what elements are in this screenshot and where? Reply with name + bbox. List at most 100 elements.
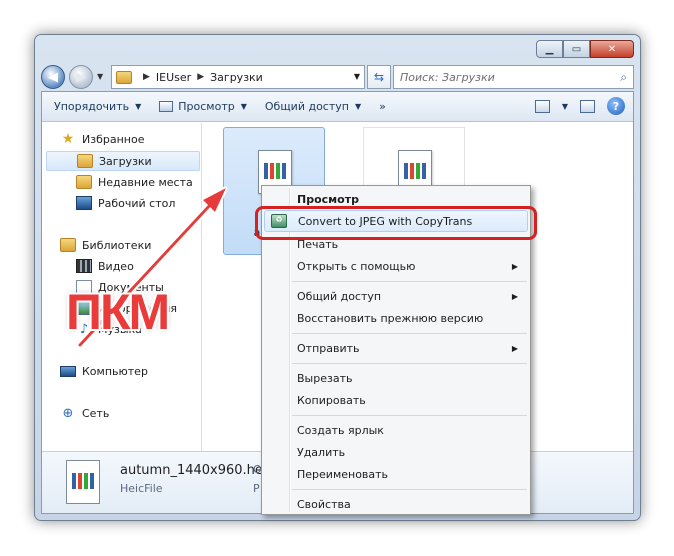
- search-icon[interactable]: ⌕: [620, 70, 627, 85]
- menu-item-label: Вырезать: [297, 371, 353, 385]
- menu-separator: [292, 333, 527, 334]
- menu-item-share[interactable]: Общий доступ ▶: [264, 285, 528, 307]
- submenu-arrow-icon: ▶: [511, 343, 518, 353]
- star-icon: ★: [61, 131, 75, 147]
- chevron-down-icon: ▼: [240, 102, 247, 111]
- details-extra-2: P: [253, 482, 260, 495]
- menu-item-label: Отправить: [297, 341, 360, 355]
- chevron-down-icon: ▼: [354, 102, 362, 111]
- menu-item-delete[interactable]: Удалить: [264, 441, 528, 463]
- menu-item-copy[interactable]: Копировать: [264, 389, 528, 411]
- command-bar: Упорядочить ▼ Просмотр ▼ Общий доступ ▼ …: [42, 92, 633, 122]
- annotation-label: ПКМ: [66, 284, 170, 340]
- menu-item-cut[interactable]: Вырезать: [264, 367, 528, 389]
- submenu-arrow-icon: ▶: [511, 291, 518, 301]
- menu-item-label: Копировать: [297, 393, 366, 407]
- sidebar-item-favorites[interactable]: ★ Избранное: [60, 129, 145, 149]
- details-file-type: HeicFile: [120, 482, 163, 495]
- forward-arrow-icon: ▶: [76, 69, 86, 85]
- sidebar-item-recent[interactable]: Недавние места: [76, 172, 193, 192]
- sidebar-item-downloads[interactable]: Загрузки: [46, 151, 200, 171]
- refresh-icon: ⇆: [373, 70, 385, 84]
- menu-item-label: Открыть с помощью: [297, 259, 416, 273]
- sidebar-item-label: Избранное: [82, 132, 145, 146]
- navigation-row: ◀ ▶ ▼ ▶ IEUser ▶ Загрузки ▼ ⇆ Поиск: Заг…: [41, 65, 634, 89]
- minimize-button[interactable]: ▁: [536, 40, 563, 58]
- address-dropdown-icon[interactable]: ▼: [354, 72, 360, 81]
- sidebar-item-label: Компьютер: [82, 364, 148, 378]
- preview-icon: [159, 101, 174, 112]
- folder-icon: [116, 70, 132, 84]
- menu-item-properties[interactable]: Свойства: [264, 493, 528, 515]
- more-label: »: [379, 100, 386, 113]
- breadcrumb-user[interactable]: IEUser: [156, 71, 191, 84]
- sidebar-item-label: Недавние места: [98, 175, 193, 189]
- chevron-down-icon[interactable]: ▼: [562, 102, 568, 111]
- sidebar-item-label: Видео: [98, 259, 134, 273]
- desktop-icon: [76, 196, 92, 210]
- organize-button[interactable]: Упорядочить ▼: [54, 100, 141, 113]
- refresh-button[interactable]: ⇆: [367, 65, 391, 89]
- search-placeholder: Поиск: Загрузки: [400, 70, 495, 84]
- view-button[interactable]: Просмотр ▼: [159, 100, 247, 113]
- help-icon[interactable]: ?: [607, 97, 625, 115]
- change-view-icon[interactable]: [534, 99, 550, 113]
- history-dropdown-icon[interactable]: ▼: [97, 72, 103, 81]
- view-label: Просмотр: [178, 100, 235, 113]
- menu-item-label: Свойства: [297, 497, 351, 511]
- sidebar-item-libraries[interactable]: Библиотеки: [60, 235, 151, 255]
- menu-item-label: Удалить: [297, 445, 346, 459]
- sidebar-item-computer[interactable]: Компьютер: [60, 361, 148, 381]
- menu-item-rename[interactable]: Переименовать: [264, 463, 528, 485]
- share-label: Общий доступ: [264, 100, 349, 113]
- menu-item-send-to[interactable]: Отправить ▶: [264, 337, 528, 359]
- organize-label: Упорядочить: [54, 100, 130, 113]
- view-controls: ▼ ?: [523, 97, 625, 115]
- back-button[interactable]: ◀: [41, 65, 65, 89]
- menu-item-create-shortcut[interactable]: Создать ярлык: [264, 419, 528, 441]
- search-input[interactable]: Поиск: Загрузки ⌕: [393, 65, 634, 89]
- more-commands-button[interactable]: »: [379, 100, 386, 113]
- sidebar-item-video[interactable]: Видео: [76, 256, 134, 276]
- caption-buttons: ▁ ▭ ✕: [536, 40, 634, 58]
- sidebar-item-label: Библиотеки: [82, 238, 152, 252]
- sidebar-item-label: Рабочий стол: [98, 196, 176, 210]
- menu-item-label: Создать ярлык: [297, 423, 384, 437]
- chevron-right-icon[interactable]: ▶: [143, 72, 150, 82]
- back-arrow-icon: ◀: [48, 69, 58, 85]
- sidebar-item-label: Сеть: [82, 406, 110, 420]
- menu-item-label: Общий доступ: [297, 289, 382, 303]
- sidebar-item-network[interactable]: ⊕ Сеть: [60, 403, 110, 423]
- downloads-folder-icon: [77, 154, 93, 168]
- highlight-frame: [255, 206, 537, 240]
- menu-item-label: Восстановить прежнюю версию: [297, 311, 484, 325]
- menu-item-label: Переименовать: [297, 467, 389, 481]
- menu-separator: [292, 363, 527, 364]
- sidebar-item-label: Загрузки: [99, 154, 152, 168]
- address-bar[interactable]: ▶ IEUser ▶ Загрузки ▼: [111, 65, 365, 89]
- menu-separator: [292, 489, 527, 490]
- close-button[interactable]: ✕: [590, 40, 634, 58]
- menu-separator: [292, 281, 527, 282]
- libraries-icon: [60, 238, 76, 252]
- chevron-down-icon: ▼: [135, 102, 142, 111]
- menu-item-restore[interactable]: Восстановить прежнюю версию: [264, 307, 528, 329]
- computer-icon: [60, 365, 76, 377]
- submenu-arrow-icon: ▶: [511, 261, 518, 271]
- recent-places-icon: [76, 175, 92, 189]
- preview-pane-icon[interactable]: [580, 99, 595, 113]
- menu-separator: [292, 415, 527, 416]
- menu-item-label: Просмотр: [297, 192, 359, 206]
- network-icon: ⊕: [62, 405, 74, 421]
- video-icon: [76, 259, 92, 273]
- details-file-name: autumn_1440x960.heic: [120, 463, 274, 478]
- maximize-button[interactable]: ▭: [563, 40, 590, 58]
- heic-file-icon: [66, 460, 100, 504]
- share-button[interactable]: Общий доступ ▼: [265, 100, 361, 113]
- sidebar-item-desktop[interactable]: Рабочий стол: [76, 193, 175, 213]
- screenshot-root: ▁ ▭ ✕ ◀ ▶ ▼ ▶ IEUser ▶ Загрузки ▼ ⇆ Поис…: [0, 0, 674, 556]
- breadcrumb-downloads[interactable]: Загрузки: [210, 71, 263, 84]
- forward-button[interactable]: ▶: [69, 65, 93, 89]
- menu-item-open-with[interactable]: Открыть с помощью ▶: [264, 255, 528, 277]
- chevron-right-icon[interactable]: ▶: [197, 72, 204, 82]
